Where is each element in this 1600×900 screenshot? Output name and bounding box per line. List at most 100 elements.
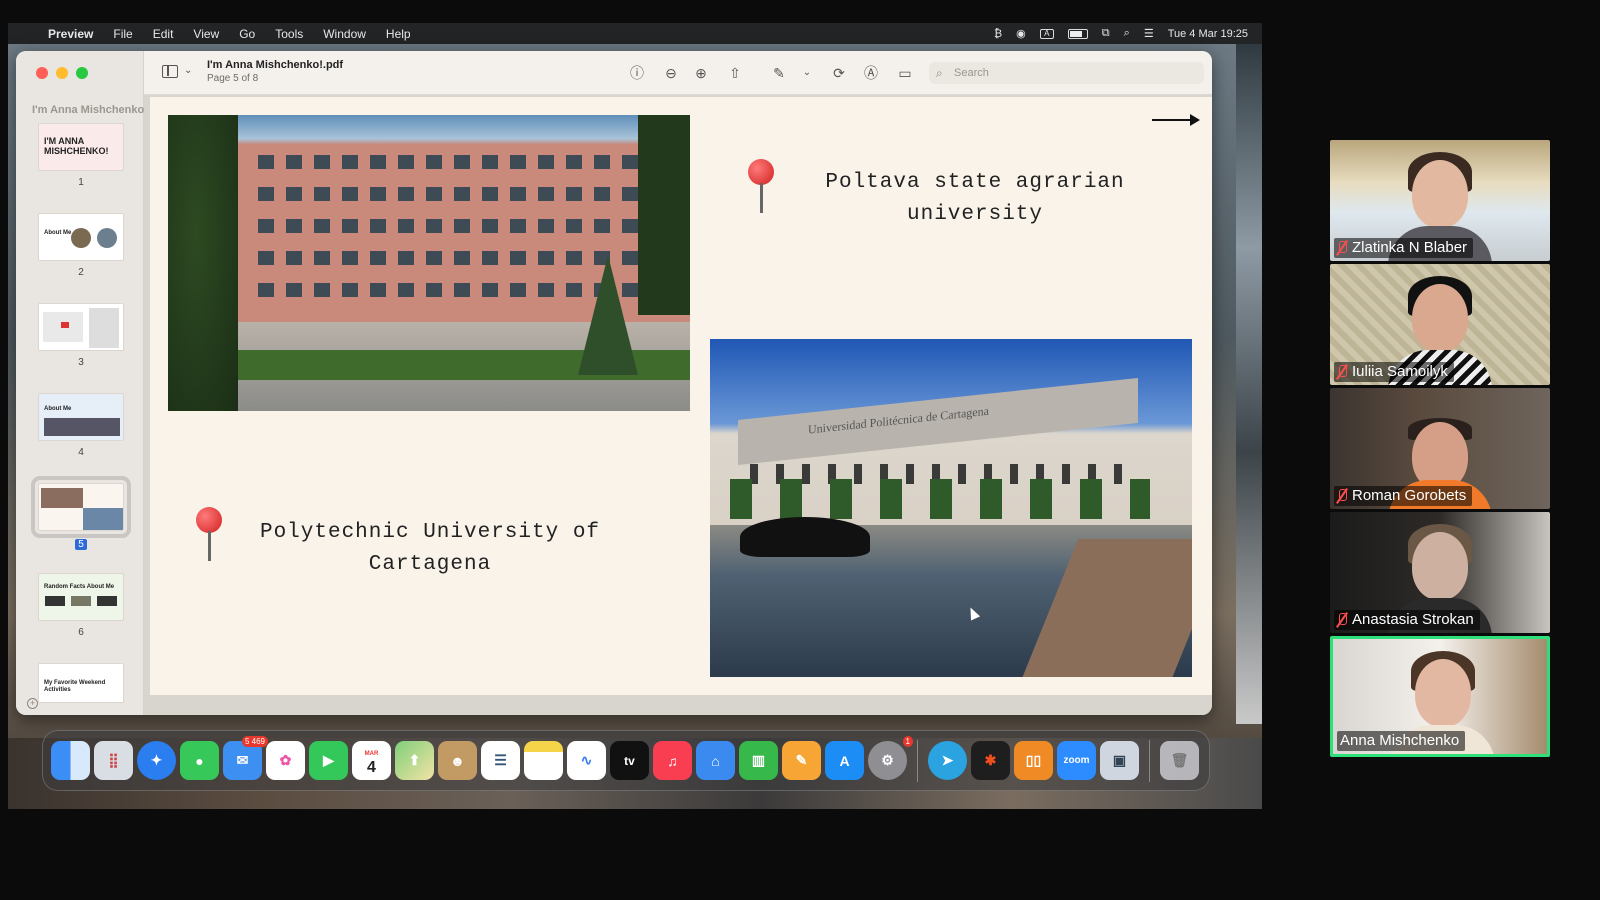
page-thumbnail-2[interactable]: About Me <box>38 213 124 261</box>
markup-pen-icon[interactable]: ✎ <box>770 64 788 82</box>
spotlight-search-icon[interactable]: ⌕ <box>1124 27 1130 40</box>
rotate-icon[interactable]: ⟳ <box>830 64 848 82</box>
document-canvas[interactable]: Poltava state agrarian university Polyte… <box>144 95 1212 715</box>
mac-menubar: Preview File Edit View Go Tools Window H… <box>8 23 1262 44</box>
photo-tree <box>638 115 690 315</box>
music-icon[interactable]: ♫ <box>653 741 692 780</box>
numbers-icon[interactable]: ▥ <box>739 741 778 780</box>
arrow-right-icon <box>1152 114 1200 126</box>
menu-go[interactable]: Go <box>229 27 265 41</box>
search-input[interactable]: ⌕ Search <box>929 62 1204 84</box>
system-settings-icon[interactable]: ⚙ 1 <box>868 736 913 780</box>
thumbnail-number: 2 <box>78 267 84 278</box>
mic-muted-icon <box>1337 365 1347 379</box>
pages-icon[interactable]: ✎ <box>782 741 821 780</box>
photo-window-row <box>258 251 648 265</box>
notes-icon[interactable] <box>524 741 563 780</box>
launchpad-icon[interactable]: ⣿ <box>94 741 133 780</box>
share-icon[interactable]: ⇧ <box>726 64 744 82</box>
chevron-down-icon[interactable]: ⌄ <box>798 64 816 82</box>
menu-app-name[interactable]: Preview <box>38 27 103 41</box>
airplay-icon[interactable]: ⧉ <box>1102 27 1110 40</box>
stage-manager-icon[interactable]: ₿ <box>994 28 1002 40</box>
markup-icon[interactable]: Ⓐ <box>862 64 880 82</box>
participant-tile-3[interactable]: Roman Gorobets <box>1330 388 1550 509</box>
thumbnail-number: 4 <box>78 447 84 458</box>
participant-tile-5-active-speaker[interactable]: Anna Mishchenko <box>1330 636 1550 757</box>
photo-tree <box>578 255 638 375</box>
dock-separator <box>1149 739 1150 782</box>
photo-building-sign: Universidad Politécnica de Cartagena <box>808 403 989 437</box>
calendar-day: 4 <box>367 758 376 776</box>
freeform-icon[interactable]: ∿ <box>567 741 606 780</box>
menu-window[interactable]: Window <box>313 27 376 41</box>
dock-separator <box>917 739 918 782</box>
thumbnail-map <box>43 312 83 342</box>
reminders-icon[interactable]: ☰ <box>481 741 520 780</box>
photo-tree <box>168 115 238 411</box>
contacts-icon[interactable]: ☻ <box>438 741 477 780</box>
books-icon[interactable]: ▯▯ <box>1014 741 1053 780</box>
participant-name: Roman Gorobets <box>1352 487 1467 504</box>
participant-tile-1[interactable]: Zlatinka N Blaber <box>1330 140 1550 261</box>
mail-icon[interactable]: ✉ 5 469 <box>223 736 268 780</box>
zoom-icon[interactable]: zoom <box>1057 741 1096 780</box>
participant-tile-4[interactable]: Anastasia Strokan <box>1330 512 1550 633</box>
calendar-icon[interactable]: MAR 4 <box>352 741 391 780</box>
slide-heading-poltava: Poltava state agrarian university <box>825 171 1125 226</box>
photos-icon[interactable]: ✿ <box>266 741 305 780</box>
thumbnail-photo <box>71 596 91 606</box>
input-source-icon[interactable]: A <box>1039 28 1054 39</box>
menu-help[interactable]: Help <box>376 27 421 41</box>
photo-window-row <box>258 219 648 233</box>
cartagena-university-photo: Universidad Politécnica de Cartagena <box>710 339 1192 677</box>
page-thumbnail-4[interactable]: About Me <box>38 393 124 441</box>
zoom-out-icon[interactable]: ⊖ <box>662 64 680 82</box>
battery-icon[interactable] <box>1067 28 1088 39</box>
person-face <box>1412 532 1468 600</box>
form-fill-icon[interactable]: ▭ <box>896 64 914 82</box>
person-face <box>1412 160 1468 228</box>
facetime-icon[interactable]: ▶ <box>309 741 348 780</box>
chevron-down-icon[interactable]: ⌄ <box>184 65 192 76</box>
app-store-icon[interactable]: A <box>825 741 864 780</box>
info-icon[interactable]: ⓘ <box>628 64 646 82</box>
safari-icon[interactable]: ✦ <box>137 741 176 780</box>
sidebar-toggle-icon[interactable] <box>162 65 178 78</box>
zoom-meeting-screen: Preview File Edit View Go Tools Window H… <box>0 0 1600 900</box>
page-thumbnail-1[interactable]: I'M ANNA MISHCHENKO! <box>38 123 124 171</box>
zoom-in-icon[interactable]: ⊕ <box>692 64 710 82</box>
minimize-window-button[interactable] <box>56 67 68 79</box>
page-thumbnail-7[interactable]: My Favorite Weekend Activities <box>38 663 124 703</box>
participant-tile-2[interactable]: Iuliia Samoilyk <box>1330 264 1550 385</box>
menu-edit[interactable]: Edit <box>143 27 184 41</box>
settings-badge: 1 <box>902 736 913 747</box>
zoom-label: zoom <box>1063 755 1090 766</box>
menubar-datetime[interactable]: Tue 4 Mar 19:25 <box>1168 28 1248 40</box>
messages-icon[interactable]: ● <box>180 741 219 780</box>
pin-head <box>748 159 774 185</box>
menu-view[interactable]: View <box>183 27 229 41</box>
figma-icon[interactable]: ✱ <box>971 741 1010 780</box>
page-thumbnail-6[interactable]: Random Facts About Me <box>38 573 124 621</box>
fullscreen-window-button[interactable] <box>76 67 88 79</box>
photo-window-row <box>258 155 648 169</box>
close-window-button[interactable] <box>36 67 48 79</box>
screen-record-icon[interactable]: ◉ <box>1016 27 1026 40</box>
finder-icon[interactable] <box>51 741 90 780</box>
add-page-icon[interactable]: + <box>27 698 38 709</box>
search-placeholder: Search <box>954 67 989 79</box>
keynote-icon[interactable]: ⌂ <box>696 741 735 780</box>
control-center-icon[interactable]: ☰ <box>1144 27 1154 40</box>
sidebar-title: I'm Anna Mishchenko! <box>32 104 148 116</box>
menu-tools[interactable]: Tools <box>265 27 313 41</box>
trash-icon[interactable]: 🗑 <box>1160 741 1199 780</box>
menu-file[interactable]: File <box>103 27 142 41</box>
maps-icon[interactable]: ⬆ <box>395 741 434 780</box>
telegram-icon[interactable]: ➤ <box>928 741 967 780</box>
page-thumbnail-5-selected[interactable] <box>31 476 131 538</box>
preview-app-icon[interactable]: ▣ <box>1100 741 1139 780</box>
page-thumbnail-3[interactable] <box>38 303 124 351</box>
apple-tv-icon[interactable]: tv <box>610 741 649 780</box>
shared-screen: Preview File Edit View Go Tools Window H… <box>8 23 1262 809</box>
